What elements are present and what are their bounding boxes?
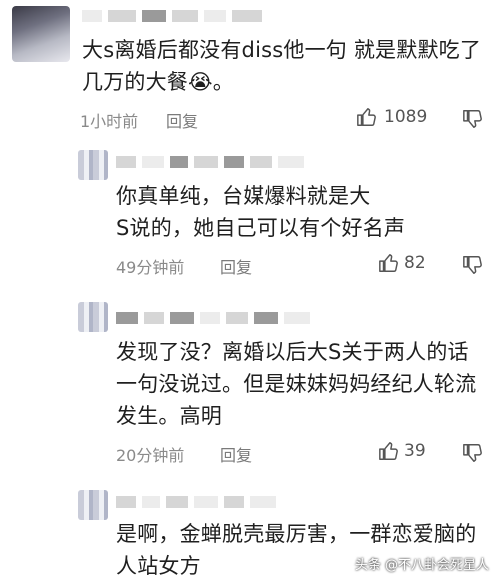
thumbs-up-icon[interactable] <box>378 252 400 274</box>
thumbs-down-icon[interactable] <box>462 108 484 130</box>
reply-button[interactable]: 回复 <box>166 108 198 132</box>
like-count: 82 <box>404 253 426 273</box>
like-count: 1089 <box>384 107 428 127</box>
username-blurred[interactable] <box>82 10 262 22</box>
comment-time: 49分钟前 <box>116 258 185 277</box>
thumbs-up-icon[interactable] <box>378 440 400 462</box>
comment-text: 你真单纯，台媒爆料就是大 S说的，她自己可以有个好名声 <box>116 184 406 240</box>
avatar[interactable] <box>12 6 70 62</box>
comment-text: 大s离婚后都没有diss他一句 就是默默吃了 几万的大餐😭。 <box>82 38 482 94</box>
reply-button[interactable]: 回复 <box>220 442 252 466</box>
like-count: 39 <box>404 441 426 461</box>
comment-time: 1小时前 <box>80 112 139 131</box>
thumbs-down-icon[interactable] <box>462 442 484 464</box>
crying-emoji: 😭 <box>188 70 213 94</box>
comment-time: 20分钟前 <box>116 446 185 465</box>
reply-button[interactable]: 回复 <box>220 254 252 278</box>
watermark: 头条 @不八卦会死星人 <box>354 558 489 573</box>
thumbs-down-icon[interactable] <box>462 254 484 276</box>
avatar[interactable] <box>78 150 108 180</box>
thumbs-up-icon[interactable] <box>356 106 378 128</box>
username-blurred[interactable] <box>116 156 304 168</box>
comment-text: 发现了没？离婚以后大S关于两人的话 一句没说过。但是妹妹妈妈经纪人轮流 发生。高… <box>116 340 477 428</box>
username-blurred[interactable] <box>116 496 276 508</box>
avatar[interactable] <box>78 490 108 520</box>
avatar[interactable] <box>78 302 108 332</box>
username-blurred[interactable] <box>116 312 310 324</box>
